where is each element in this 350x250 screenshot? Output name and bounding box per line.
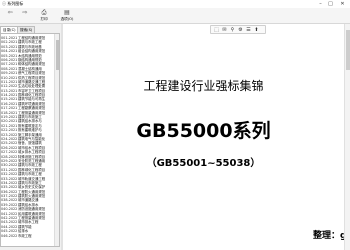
sidebar-scroll-thumb[interactable]	[56, 40, 59, 70]
sidebar-item-label: 建筑与市政地基	[18, 44, 42, 49]
sidebar-item-label: 既有建筑维护与	[18, 128, 42, 133]
sidebar-item-label: 建筑与市政工程	[18, 40, 42, 45]
sidebar-item-label: 城市道路交通工程	[18, 79, 46, 84]
print-button[interactable]: ⎙ 打印	[37, 9, 51, 23]
forward-arrow-icon: ⇨	[22, 9, 28, 16]
document-title: 工程建设行业强标集锦	[143, 79, 264, 93]
sidebar-item-label: 市容环卫工程项目	[18, 88, 46, 93]
sidebar-item-label: 民用建筑通用规范	[18, 211, 46, 216]
sidebar-item-label: 燃气工程项目规范	[18, 71, 46, 76]
minimize-icon[interactable]: –	[316, 0, 325, 8]
sidebar-item-label: 给排水	[18, 229, 29, 234]
sidebar-item-label: 施工脚手架通用	[18, 132, 42, 137]
title-bar: ⓘ 系列图标 – □ ✕	[0, 0, 350, 8]
sidebar-item-label: 建筑环境通用规范	[18, 101, 46, 106]
sidebar-item-label: 消防设施通用规范	[18, 207, 46, 212]
sidebar-item-label: 工程结构通用规范	[18, 36, 46, 40]
sidebar-item-label: 建筑与市政工程	[18, 172, 42, 177]
sidebar-item-label: 城市轨道交通工程	[18, 176, 46, 181]
sidebar-item-label: 城市道路交通	[18, 198, 39, 203]
print-icon: ⎙	[41, 9, 47, 16]
tab-contents[interactable]: 目录(C)	[0, 26, 19, 33]
sidebar-item-label: 工程防火通用规范	[18, 189, 46, 194]
sidebar-item-label: 既有建筑鉴定与	[18, 123, 42, 128]
sidebar-item-label: 建筑节能	[18, 224, 32, 229]
toolbar: ⇦ ⇨ ⎙ 打印 ▤ 选项(O)	[0, 8, 350, 24]
sidebar-item-label: 混凝土结构通用	[18, 66, 42, 71]
document-scroll-thumb[interactable]	[346, 30, 350, 70]
sidebar-item-label: 建筑给水排水	[18, 202, 39, 207]
sidebar-item-label: 建筑给水排水与	[18, 119, 42, 124]
settings-icon[interactable]: ⚙	[237, 27, 244, 33]
sidebar-item-label: 建筑与市政施工	[18, 115, 42, 120]
sidebar-item-code: 046-2022	[1, 233, 18, 238]
options-icon: ▤	[64, 9, 70, 16]
back-arrow-icon: ⇦	[7, 9, 13, 16]
document-range: （GB55001~55038）	[146, 158, 261, 169]
window-title: ⓘ 系列图标	[2, 1, 24, 6]
sidebar-item-label: 钢结构通用规范	[18, 57, 42, 62]
sidebar-item-label: 建筑与市政工程	[18, 163, 42, 168]
contents-sidebar: 001-2021工程结构通用规范 002-2021建筑与市政工程 003-2021建…	[0, 33, 60, 247]
sidebar-item-label: 市政工程	[18, 233, 32, 238]
select-icon[interactable]: ⬚	[213, 27, 220, 33]
sidebar-item-label: 城乡历史文化保护	[18, 185, 46, 190]
document-mini-toolbar: ⬚ ✉ ⚲ ⚙ ☰ ⬆	[210, 25, 266, 34]
list-icon[interactable]: ☰	[245, 27, 252, 33]
sidebar-item-label: 建筑电气与智能化	[18, 136, 46, 141]
sidebar-item-label: 供热工程项目规范	[18, 75, 46, 80]
sidebar-item-label: 园林绿化工程项目	[18, 93, 46, 98]
contents-list: 001-2021工程结构通用规范 002-2021建筑与市政工程 003-2021建…	[1, 36, 55, 238]
sidebar-item-label: 工程测量通用规范	[18, 216, 46, 221]
close-icon[interactable]: ✕	[338, 0, 347, 8]
sidebar-item-label: 园林绿化工程项目	[18, 167, 46, 172]
document-view: ⬚ ✉ ⚲ ⚙ ☰ ⬆ 工程建设行业强标集锦 GB55000系列 （GB5500…	[63, 24, 350, 250]
tab-search[interactable]: 搜索(S)	[17, 26, 36, 33]
back-button[interactable]: ⇦	[3, 9, 17, 23]
sidebar-item[interactable]: 046-2022市政工程	[1, 234, 55, 238]
sidebar-item-label: 建筑节能与可再生	[18, 97, 46, 102]
forward-button[interactable]: ⇨	[18, 9, 32, 23]
sidebar-item-label: 建筑防火通用规范	[18, 194, 46, 199]
sidebar-item-label: 城乡排水工程项目	[18, 150, 46, 155]
sidebar-item-label: 工程勘察通用规范	[18, 106, 46, 111]
sidebar-scrollbar[interactable]	[54, 34, 59, 246]
sidebar-item-label: 特殊设施工程项目	[18, 154, 46, 159]
help-viewer-window: ⓘ 系列图标 – □ ✕ ⇦ ⇨ ⎙ 打印 ▤ 选项(O) 目录(C) 搜索(S…	[0, 0, 350, 250]
options-button[interactable]: ▤ 选项(O)	[57, 9, 77, 23]
sidebar-item-label: 建筑与市政施工	[18, 180, 42, 185]
sidebar-item-label: 城市排水工程	[18, 220, 39, 225]
expand-icon[interactable]: ⬆	[253, 27, 260, 33]
nav-tabs: 目录(C) 搜索(S)	[0, 26, 62, 33]
document-series: GB55000系列	[136, 120, 271, 142]
sidebar-item-label: 工程测量通用规范	[18, 110, 46, 115]
sidebar-item-label: 安全防范工程通用	[18, 158, 46, 163]
pin-icon[interactable]: ⚲	[229, 27, 236, 33]
sidebar-item-label: 城市给水工程项目	[18, 145, 46, 150]
sidebar-item-label: 砌体结构通用规范	[18, 62, 46, 67]
sidebar-item-label: 生活垃圾处理处置	[18, 84, 46, 89]
document-scrollbar[interactable]	[344, 24, 350, 250]
maximize-icon[interactable]: □	[326, 0, 335, 8]
mail-icon[interactable]: ✉	[221, 27, 228, 33]
sidebar-item-label: 宿舍、旅馆建筑	[18, 141, 42, 146]
sidebar-item-label: 木结构通用规范	[18, 53, 42, 58]
sidebar-item-label: 组合结构通用规范	[18, 49, 46, 54]
